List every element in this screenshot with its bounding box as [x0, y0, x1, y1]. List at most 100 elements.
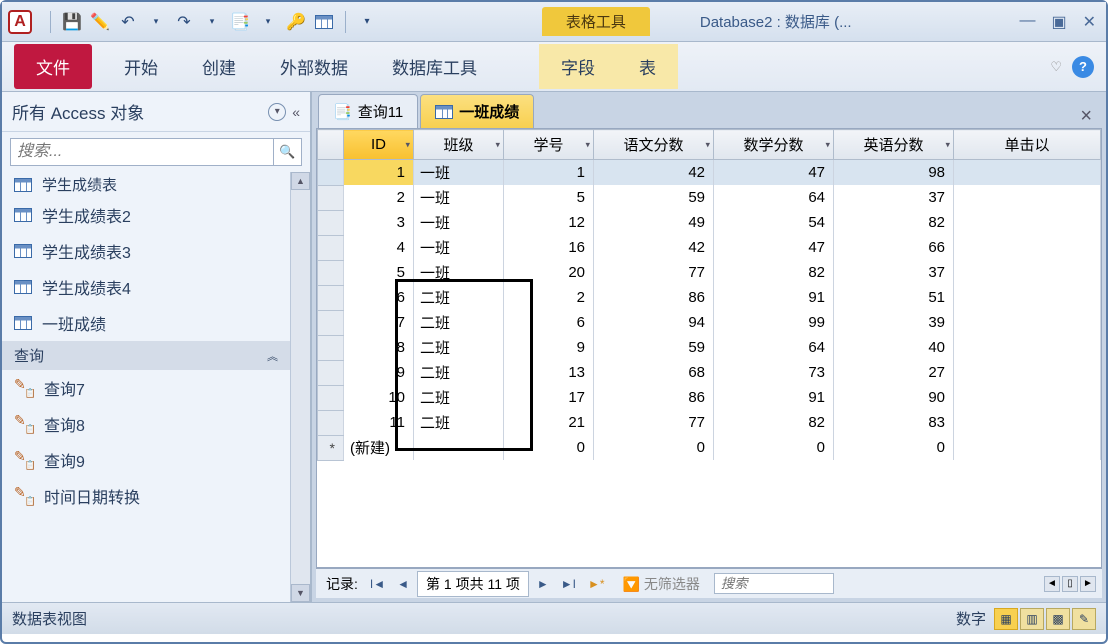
save-icon[interactable]: 💾 [61, 11, 83, 33]
chevron-down-icon[interactable]: ▾ [585, 139, 590, 150]
record-search-input[interactable] [714, 573, 834, 594]
col-class[interactable]: 班级▾ [414, 130, 504, 160]
cell-empty[interactable] [954, 260, 1101, 285]
cell-id[interactable]: 7 [344, 310, 414, 335]
cell-empty[interactable] [954, 435, 1101, 460]
prev-record-icon[interactable]: ◄ [393, 575, 413, 593]
new-record-icon[interactable]: ►* [584, 575, 609, 593]
nav-table-item[interactable]: 学生成绩表3 [2, 233, 290, 269]
cell-id[interactable]: 6 [344, 285, 414, 310]
minimize-icon[interactable]: — [1015, 10, 1039, 34]
cell-chinese[interactable]: 42 [594, 160, 714, 186]
cell-sno[interactable]: 2 [504, 285, 594, 310]
table-row[interactable]: 7二班6949939 [318, 310, 1101, 335]
cell-chinese[interactable]: 42 [594, 235, 714, 260]
cell-class[interactable]: 二班 [414, 385, 504, 410]
cell-chinese[interactable]: 77 [594, 410, 714, 435]
nav-query-item[interactable]: 查询7 [2, 370, 290, 406]
cell-english[interactable]: 27 [834, 360, 954, 385]
cell-chinese[interactable]: 68 [594, 360, 714, 385]
datasheet-icon[interactable] [313, 11, 335, 33]
row-selector[interactable] [318, 260, 344, 285]
col-id[interactable]: ID▾ [344, 130, 414, 160]
cell-empty[interactable] [954, 235, 1101, 260]
cell-zero[interactable]: 0 [504, 435, 594, 460]
close-tab-icon[interactable]: × [1080, 105, 1100, 128]
select-all-cell[interactable] [318, 130, 344, 160]
cell-english[interactable]: 37 [834, 185, 954, 210]
cell-math[interactable]: 64 [714, 185, 834, 210]
cell-sno[interactable]: 13 [504, 360, 594, 385]
cell-id[interactable]: 8 [344, 335, 414, 360]
cell-empty[interactable] [414, 435, 504, 460]
table-row[interactable]: 9二班13687327 [318, 360, 1101, 385]
nav-query-item[interactable]: 查询8 [2, 406, 290, 442]
close-icon[interactable]: ✕ [1079, 10, 1100, 34]
doc-tab-query11[interactable]: 📑查询11 [318, 94, 418, 128]
cell-math[interactable]: 99 [714, 310, 834, 335]
col-english[interactable]: 英语分数▾ [834, 130, 954, 160]
cell-math[interactable]: 91 [714, 385, 834, 410]
table-row[interactable]: 4一班16424766 [318, 235, 1101, 260]
chart-view-icon[interactable]: ▩ [1046, 608, 1070, 630]
datasheet[interactable]: ID▾ 班级▾ 学号▾ 语文分数▾ 数学分数▾ 英语分数▾ 单击以 1一班142… [316, 128, 1102, 568]
cell-math[interactable]: 91 [714, 285, 834, 310]
cell-empty[interactable] [954, 285, 1101, 310]
nav-query-item[interactable]: 查询9 [2, 442, 290, 478]
row-selector[interactable] [318, 210, 344, 235]
cell-chinese[interactable]: 59 [594, 335, 714, 360]
hscroll-right-icon[interactable]: ► [1080, 576, 1096, 592]
cell-math[interactable]: 47 [714, 160, 834, 186]
chevron-down-icon[interactable]: ▾ [945, 139, 950, 150]
col-sno[interactable]: 学号▾ [504, 130, 594, 160]
cell-zero[interactable]: 0 [834, 435, 954, 460]
tab-table[interactable]: 表 [617, 44, 678, 89]
cell-id[interactable]: 5 [344, 260, 414, 285]
cell-class[interactable]: 一班 [414, 235, 504, 260]
cell-class[interactable]: 二班 [414, 410, 504, 435]
collapse-icon[interactable]: ︽ [267, 348, 278, 364]
last-record-icon[interactable]: ►I [557, 575, 580, 593]
cell-empty[interactable] [954, 410, 1101, 435]
nav-dropdown-icon[interactable]: ▾ [268, 103, 286, 121]
chevron-down-icon[interactable]: ▾ [705, 139, 710, 150]
cell-id[interactable]: 4 [344, 235, 414, 260]
cell-class[interactable]: 二班 [414, 285, 504, 310]
heart-icon[interactable]: ♡ [1050, 59, 1062, 75]
cell-class[interactable]: 二班 [414, 310, 504, 335]
cell-english[interactable]: 37 [834, 260, 954, 285]
nav-table-item[interactable]: 一班成绩 [2, 305, 290, 341]
cell-english[interactable]: 82 [834, 210, 954, 235]
cell-id[interactable]: 1 [344, 160, 414, 186]
cell-sno[interactable]: 16 [504, 235, 594, 260]
cell-sno[interactable]: 9 [504, 335, 594, 360]
table-row[interactable]: 1一班1424798 [318, 160, 1101, 186]
cell-chinese[interactable]: 59 [594, 185, 714, 210]
new-row-marker[interactable]: * [318, 435, 344, 460]
cell-english[interactable]: 66 [834, 235, 954, 260]
key-icon[interactable]: 🔑 [285, 11, 307, 33]
cell-sno[interactable]: 12 [504, 210, 594, 235]
cell-math[interactable]: 73 [714, 360, 834, 385]
row-selector[interactable] [318, 385, 344, 410]
col-chinese[interactable]: 语文分数▾ [594, 130, 714, 160]
tab-db-tools[interactable]: 数据库工具 [370, 44, 499, 89]
cell-id[interactable]: 11 [344, 410, 414, 435]
nav-collapse-icon[interactable]: « [292, 104, 300, 120]
cell-id[interactable]: 3 [344, 210, 414, 235]
tab-fields[interactable]: 字段 [539, 44, 617, 89]
tab-create[interactable]: 创建 [180, 44, 258, 89]
cell-chinese[interactable]: 49 [594, 210, 714, 235]
cell-math[interactable]: 64 [714, 335, 834, 360]
tab-home[interactable]: 开始 [102, 44, 180, 89]
scroll-up-icon[interactable]: ▲ [291, 172, 310, 190]
cell-math[interactable]: 82 [714, 260, 834, 285]
cell-chinese[interactable]: 77 [594, 260, 714, 285]
cell-class[interactable]: 一班 [414, 185, 504, 210]
col-math[interactable]: 数学分数▾ [714, 130, 834, 160]
cell-class[interactable]: 二班 [414, 360, 504, 385]
hscroll-left-icon[interactable]: ◄ [1044, 576, 1060, 592]
cell-math[interactable]: 54 [714, 210, 834, 235]
cell-empty[interactable] [954, 160, 1101, 186]
cell-english[interactable]: 40 [834, 335, 954, 360]
